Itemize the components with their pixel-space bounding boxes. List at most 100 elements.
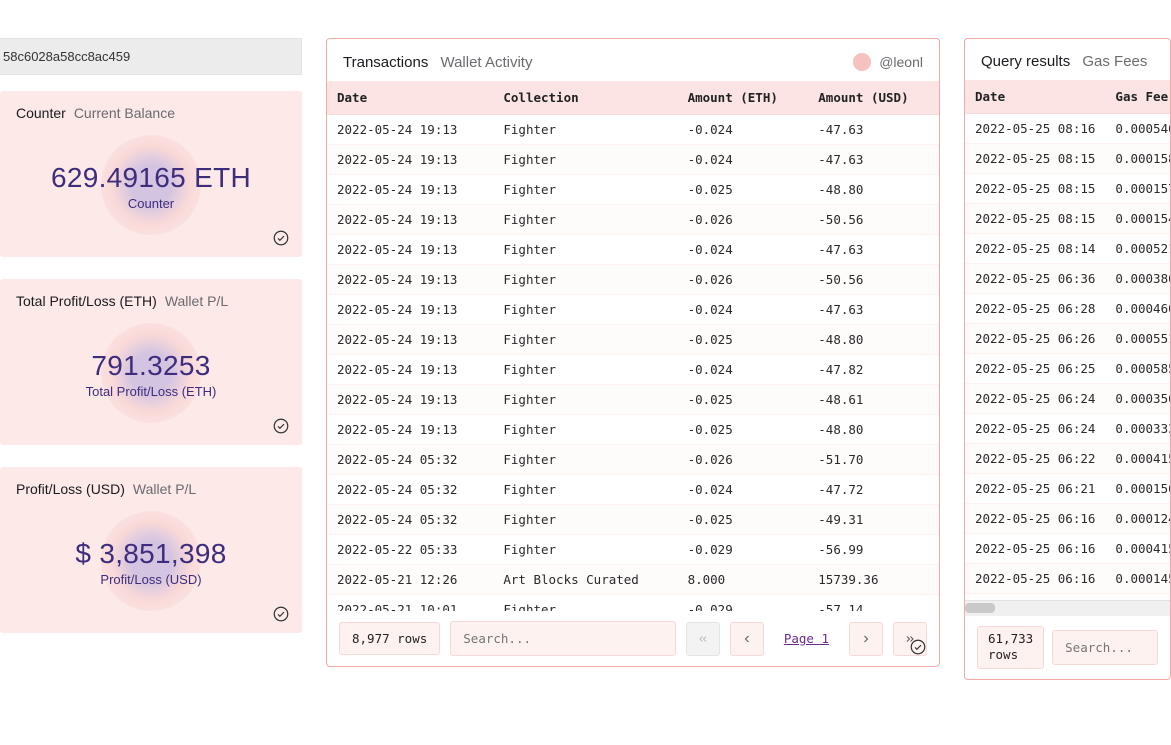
check-icon[interactable]	[272, 229, 290, 247]
table-cell: 2022-05-25 08:14	[965, 234, 1105, 264]
check-icon[interactable]	[272, 417, 290, 435]
table-row[interactable]: 2022-05-25 08:150.0001545	[965, 204, 1170, 234]
column-header[interactable]: Collection	[493, 81, 677, 115]
table-row[interactable]: 2022-05-24 19:13Fighter-0.025-48.61	[327, 385, 939, 415]
table-cell: 0.0005466	[1105, 114, 1170, 144]
table-row[interactable]: 2022-05-25 06:240.0003332	[965, 414, 1170, 444]
search-input[interactable]	[1063, 639, 1147, 656]
check-icon[interactable]	[272, 605, 290, 623]
gas-search[interactable]	[1052, 630, 1158, 665]
table-cell: 2022-05-24 19:13	[327, 415, 493, 445]
gas-table: DateGas Fee Sp 2022-05-25 08:160.0005466…	[965, 80, 1170, 600]
check-icon[interactable]	[909, 638, 927, 656]
table-cell: Fighter	[493, 505, 677, 535]
counter-subtitle-label: Current Balance	[74, 105, 175, 121]
table-row[interactable]: 2022-05-25 08:150.0001570	[965, 174, 1170, 204]
table-row[interactable]: 2022-05-25 06:220.0004150	[965, 444, 1170, 474]
page-indicator[interactable]: Page 1	[774, 631, 839, 646]
table-row[interactable]: 2022-05-24 19:13Fighter-0.026-50.56	[327, 265, 939, 295]
table-cell: -49.31	[808, 505, 939, 535]
gas-panel: Query results Gas Fees DateGas Fee Sp 20…	[964, 38, 1171, 680]
table-row[interactable]: 2022-05-25 06:160.0004158	[965, 534, 1170, 564]
table-cell: 2022-05-24 19:13	[327, 265, 493, 295]
table-cell: Fighter	[493, 475, 677, 505]
table-cell: 0.0004606	[1105, 294, 1170, 324]
table-row[interactable]: 2022-05-25 08:150.0001585	[965, 144, 1170, 174]
panel-title-label: Transactions	[343, 54, 428, 71]
column-header[interactable]: Date	[965, 80, 1105, 114]
table-row[interactable]: 2022-05-21 10:01Fighter-0.029-57.14	[327, 595, 939, 612]
gas-title: Query results Gas Fees	[981, 53, 1147, 70]
table-row[interactable]: 2022-05-25 08:140.0005210	[965, 234, 1170, 264]
table-cell: 0.0001561	[1105, 474, 1170, 504]
search-input[interactable]	[461, 630, 665, 647]
table-cell: 0.0001570	[1105, 174, 1170, 204]
column-header[interactable]: Date	[327, 81, 493, 115]
table-cell: 2022-05-24 19:13	[327, 355, 493, 385]
table-cell: 2022-05-25 06:24	[965, 384, 1105, 414]
counter-title-label: Profit/Loss (USD)	[16, 481, 125, 497]
table-row[interactable]: 2022-05-25 06:240.0003565	[965, 384, 1170, 414]
gas-table-scroll[interactable]: DateGas Fee Sp 2022-05-25 08:160.0005466…	[965, 80, 1170, 600]
table-cell: -47.72	[808, 475, 939, 505]
table-row[interactable]: 2022-05-25 06:160.0001454	[965, 564, 1170, 594]
table-cell: -0.024	[678, 235, 809, 265]
scrollbar-thumb[interactable]	[965, 603, 995, 613]
table-cell: -48.80	[808, 175, 939, 205]
counter-title: Profit/Loss (USD) Wallet P/L	[16, 481, 286, 497]
row-count-badge: 61,733 rows	[977, 626, 1044, 669]
pager-next-button[interactable]	[849, 622, 883, 656]
table-row[interactable]: 2022-05-24 19:13Fighter-0.026-50.56	[327, 205, 939, 235]
table-cell: Fighter	[493, 355, 677, 385]
column-header[interactable]: Amount (USD)	[808, 81, 939, 115]
pager-first-button[interactable]	[686, 622, 720, 656]
table-cell: 0.0005859	[1105, 354, 1170, 384]
table-row[interactable]: 2022-05-24 19:13Fighter-0.025-48.80	[327, 175, 939, 205]
table-row[interactable]: 2022-05-25 06:260.0005511	[965, 324, 1170, 354]
table-cell: -0.024	[678, 355, 809, 385]
table-row[interactable]: 2022-05-24 19:13Fighter-0.024-47.82	[327, 355, 939, 385]
counter-label: Profit/Loss (USD)	[100, 572, 201, 587]
transactions-table-scroll[interactable]: DateCollectionAmount (ETH)Amount (USD) 2…	[327, 81, 939, 611]
table-cell: -0.029	[678, 595, 809, 612]
transactions-search[interactable]	[450, 621, 676, 656]
table-cell: 0.0003565	[1105, 384, 1170, 414]
table-cell: Fighter	[493, 205, 677, 235]
table-row[interactable]: 2022-05-25 06:210.0001561	[965, 474, 1170, 504]
table-row[interactable]: 2022-05-24 19:13Fighter-0.025-48.80	[327, 415, 939, 445]
row-count-badge: 8,977 rows	[339, 622, 440, 655]
table-row[interactable]: 2022-05-22 05:33Fighter-0.029-56.99	[327, 535, 939, 565]
table-cell: 2022-05-25 06:22	[965, 444, 1105, 474]
table-row[interactable]: 2022-05-24 19:13Fighter-0.025-48.80	[327, 325, 939, 355]
table-row[interactable]: 2022-05-24 05:32Fighter-0.026-51.70	[327, 445, 939, 475]
address-strip[interactable]: 58c6028a58cc8ac459	[0, 38, 302, 75]
table-row[interactable]: 2022-05-25 06:160.0001245	[965, 504, 1170, 534]
column-header[interactable]: Amount (ETH)	[678, 81, 809, 115]
table-row[interactable]: 2022-05-25 06:250.0005859	[965, 354, 1170, 384]
table-row[interactable]: 2022-05-21 12:26Art Blocks Curated8.0001…	[327, 565, 939, 595]
table-cell: 2022-05-24 05:32	[327, 445, 493, 475]
table-row[interactable]: 2022-05-25 06:280.0004606	[965, 294, 1170, 324]
table-cell: -0.024	[678, 145, 809, 175]
counter-subtitle-label: Wallet P/L	[133, 481, 196, 497]
table-cell: 15739.36	[808, 565, 939, 595]
table-row[interactable]: 2022-05-24 19:13Fighter-0.024-47.63	[327, 145, 939, 175]
pager-prev-button[interactable]	[730, 622, 764, 656]
column-header[interactable]: Gas Fee Sp	[1105, 80, 1170, 114]
table-cell: Fighter	[493, 295, 677, 325]
table-row[interactable]: 2022-05-25 06:360.0003861	[965, 264, 1170, 294]
table-cell: Fighter	[493, 535, 677, 565]
counter-subtitle-label: Wallet P/L	[165, 293, 228, 309]
table-row[interactable]: 2022-05-24 05:32Fighter-0.025-49.31	[327, 505, 939, 535]
author-badge[interactable]: @leonl	[853, 53, 923, 71]
table-cell: -0.024	[678, 115, 809, 145]
table-row[interactable]: 2022-05-24 05:32Fighter-0.024-47.72	[327, 475, 939, 505]
table-row[interactable]: 2022-05-24 19:13Fighter-0.024-47.63	[327, 295, 939, 325]
table-row[interactable]: 2022-05-24 19:13Fighter-0.024-47.63	[327, 115, 939, 145]
table-cell: -47.63	[808, 295, 939, 325]
table-row[interactable]: 2022-05-24 19:13Fighter-0.024-47.63	[327, 235, 939, 265]
table-cell: -0.029	[678, 535, 809, 565]
table-row[interactable]: 2022-05-25 08:160.0005466	[965, 114, 1170, 144]
table-cell: 2022-05-25 06:36	[965, 264, 1105, 294]
horizontal-scrollbar[interactable]	[965, 600, 1170, 616]
